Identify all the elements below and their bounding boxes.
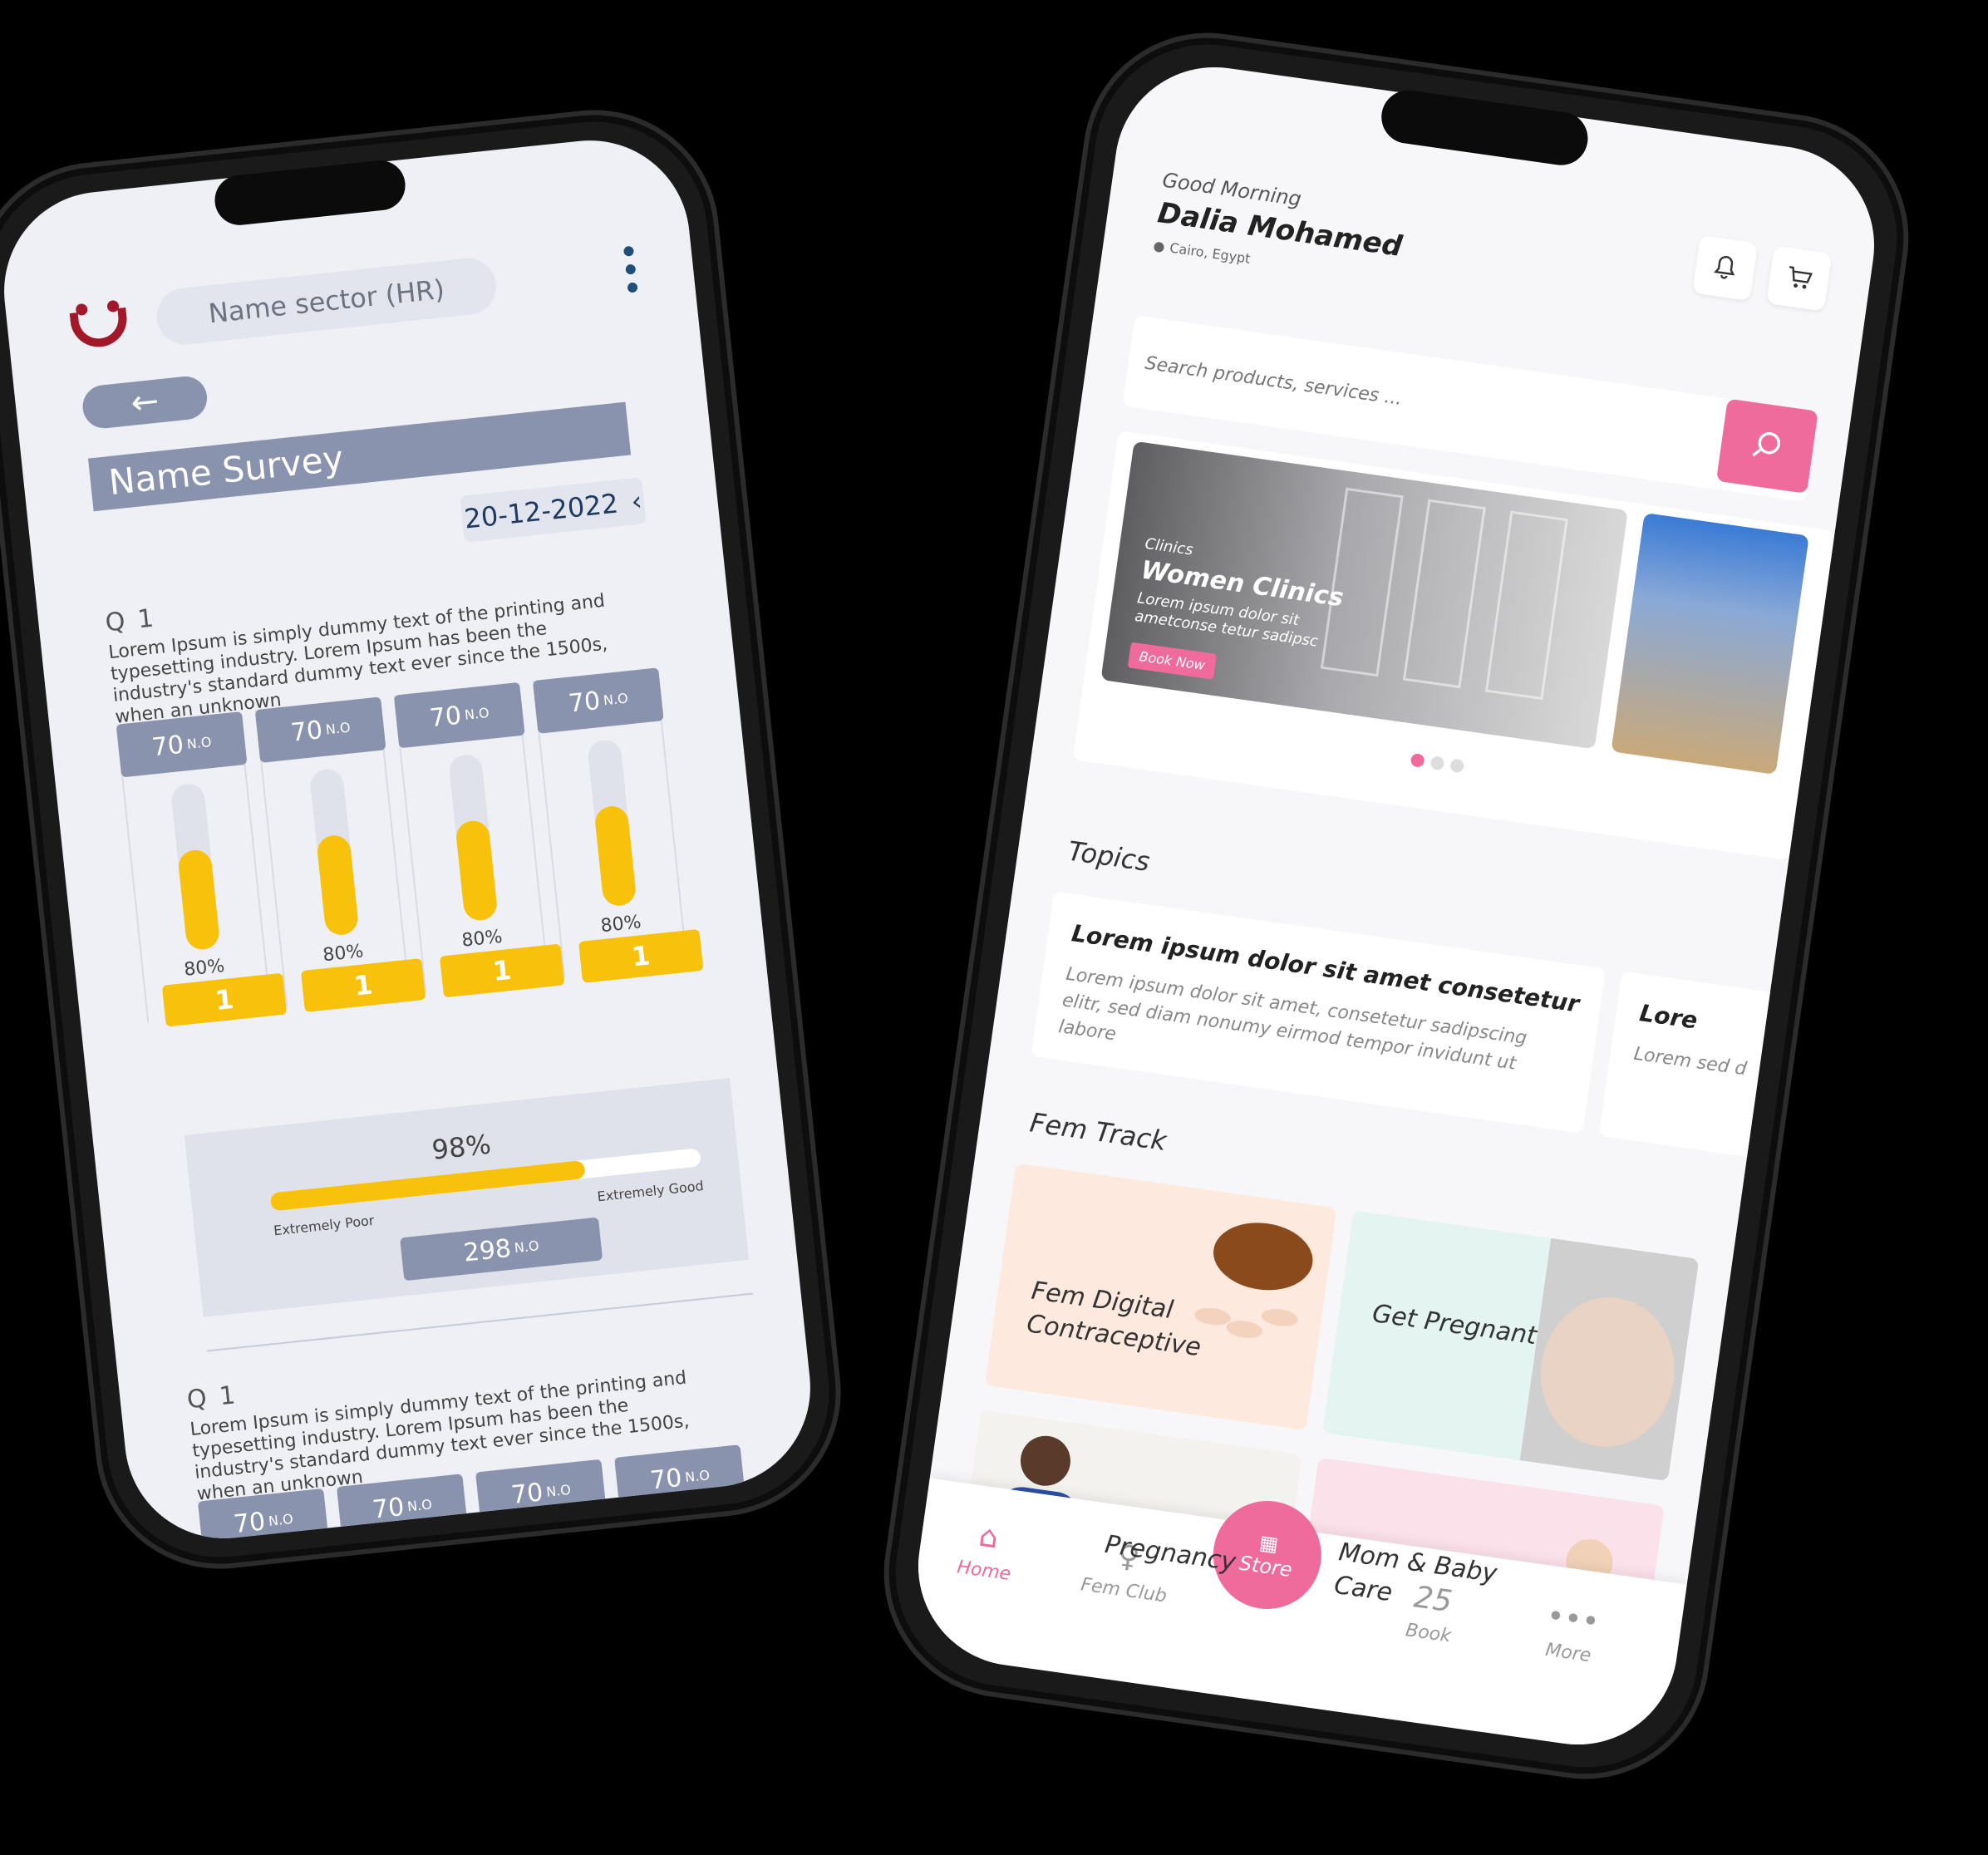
home-icon: ⌂ xyxy=(977,1518,1001,1556)
nav-fem-club-label: Fem Club xyxy=(1079,1574,1169,1607)
scale-high-label: Extremely Good xyxy=(596,1178,705,1205)
more-dots-icon: ••• xyxy=(1544,1598,1602,1641)
nav-home[interactable]: ⌂ Home xyxy=(933,1513,1041,1588)
answer-bar-fill xyxy=(593,804,637,908)
banner-slide[interactable]: Clinics Women Clinics Lorem ipsum dolor … xyxy=(1100,440,1628,750)
question-summary: 98% Extremely Poor Extremely Good 298 N.O xyxy=(184,1078,750,1317)
topic-title: Lore xyxy=(1637,999,1700,1035)
cart-icon[interactable] xyxy=(1766,245,1833,312)
nav-more-label: More xyxy=(1543,1639,1592,1667)
more-options-icon[interactable] xyxy=(616,245,646,294)
date-picker[interactable]: 20-12-2022 ‹ xyxy=(460,477,647,543)
answer-bar-track xyxy=(170,782,221,952)
banner-slide-next[interactable] xyxy=(1611,512,1809,775)
answer-bar-track xyxy=(529,1530,580,1548)
carousel-dot[interactable] xyxy=(1429,755,1445,771)
answer-bar-track xyxy=(308,767,360,937)
answer-option[interactable]: 70 N.O xyxy=(614,1444,770,1548)
answer-bar-fill xyxy=(455,819,499,923)
topics-heading: Topics xyxy=(1065,834,1152,878)
location-text: Cairo, Egypt xyxy=(1169,239,1252,267)
nav-more[interactable]: ••• More xyxy=(1518,1596,1625,1670)
topic-description: Lorem sed d xyxy=(1632,1043,1749,1080)
book-now-button[interactable]: Book Now xyxy=(1127,642,1217,680)
fem-track-label: Get Pregnant xyxy=(1370,1298,1539,1351)
survey-phone-frame: Name sector (HR) ← Name Survey 20-12-202… xyxy=(0,97,854,1582)
fem-home-screen: Good Morning Dalia Mohamed ● Cairo, Egyp… xyxy=(905,54,1887,1758)
pregnant-belly-icon xyxy=(1519,1237,1700,1482)
date-value: 20-12-2022 xyxy=(462,487,620,535)
nav-book-label: Book xyxy=(1404,1620,1453,1647)
answer-bar-track xyxy=(391,1544,441,1548)
answer-bar-track xyxy=(586,738,637,908)
store-label: Store xyxy=(1238,1551,1294,1582)
chevron-left-icon[interactable]: ‹ xyxy=(630,485,644,517)
answer-bar-fill xyxy=(177,848,221,952)
banner-carousel[interactable]: Clinics Women Clinics Lorem ipsum dolor … xyxy=(1072,430,1835,861)
scale-low-label: Extremely Poor xyxy=(273,1212,376,1239)
answer-option[interactable]: 70 N.O 80% 1 xyxy=(254,696,426,1012)
answer-option[interactable]: 70 N.O 80% 1 xyxy=(393,681,565,998)
sector-selector[interactable]: Name sector (HR) xyxy=(154,255,499,347)
answer-bars: 70 N.O 80% 1 70 N.O 80% 1 70 N.O 80% 1 70 N.… xyxy=(116,667,704,1027)
store-icon: ▦ xyxy=(1257,1530,1280,1557)
answer-bar-fill xyxy=(316,834,360,937)
summary-total: 298 N.O xyxy=(400,1217,603,1282)
carousel-dot[interactable] xyxy=(1410,752,1425,768)
answer-option[interactable]: 70 N.O xyxy=(475,1459,631,1548)
answer-bar-track xyxy=(668,1515,719,1548)
fem-track-card[interactable]: Fem Digital Contraceptive xyxy=(984,1163,1337,1430)
search-button[interactable] xyxy=(1715,398,1818,494)
fem-phone-frame: Good Morning Dalia Mohamed ● Cairo, Egyp… xyxy=(868,17,1925,1795)
answer-option[interactable]: 70 N.O 80% 1 xyxy=(532,667,704,983)
topic-card[interactable]: Lorem ipsum dolor sit amet consetetur Lo… xyxy=(1031,891,1606,1134)
carousel-dot[interactable] xyxy=(1449,758,1465,774)
survey-header: Name sector (HR) xyxy=(62,235,647,362)
topic-card[interactable]: Lore Lorem sed d xyxy=(1598,971,1787,1159)
answer-option[interactable]: 70 N.O 80% 1 xyxy=(116,711,288,1027)
nav-home-label: Home xyxy=(955,1557,1012,1586)
smiley-logo-icon xyxy=(62,288,135,362)
location-pin-icon: ● xyxy=(1152,237,1166,255)
answer-bar-track xyxy=(447,753,499,923)
fem-track-card[interactable]: Get Pregnant xyxy=(1321,1210,1700,1482)
bell-icon[interactable] xyxy=(1692,235,1759,302)
search-icon xyxy=(1752,431,1780,457)
back-button[interactable]: ← xyxy=(80,374,209,431)
survey-screen: Name sector (HR) ← Name Survey 20-12-202… xyxy=(0,130,820,1548)
answer-option[interactable]: 70 N.O xyxy=(336,1474,492,1548)
fem-track-heading: Fem Track xyxy=(1027,1106,1169,1158)
